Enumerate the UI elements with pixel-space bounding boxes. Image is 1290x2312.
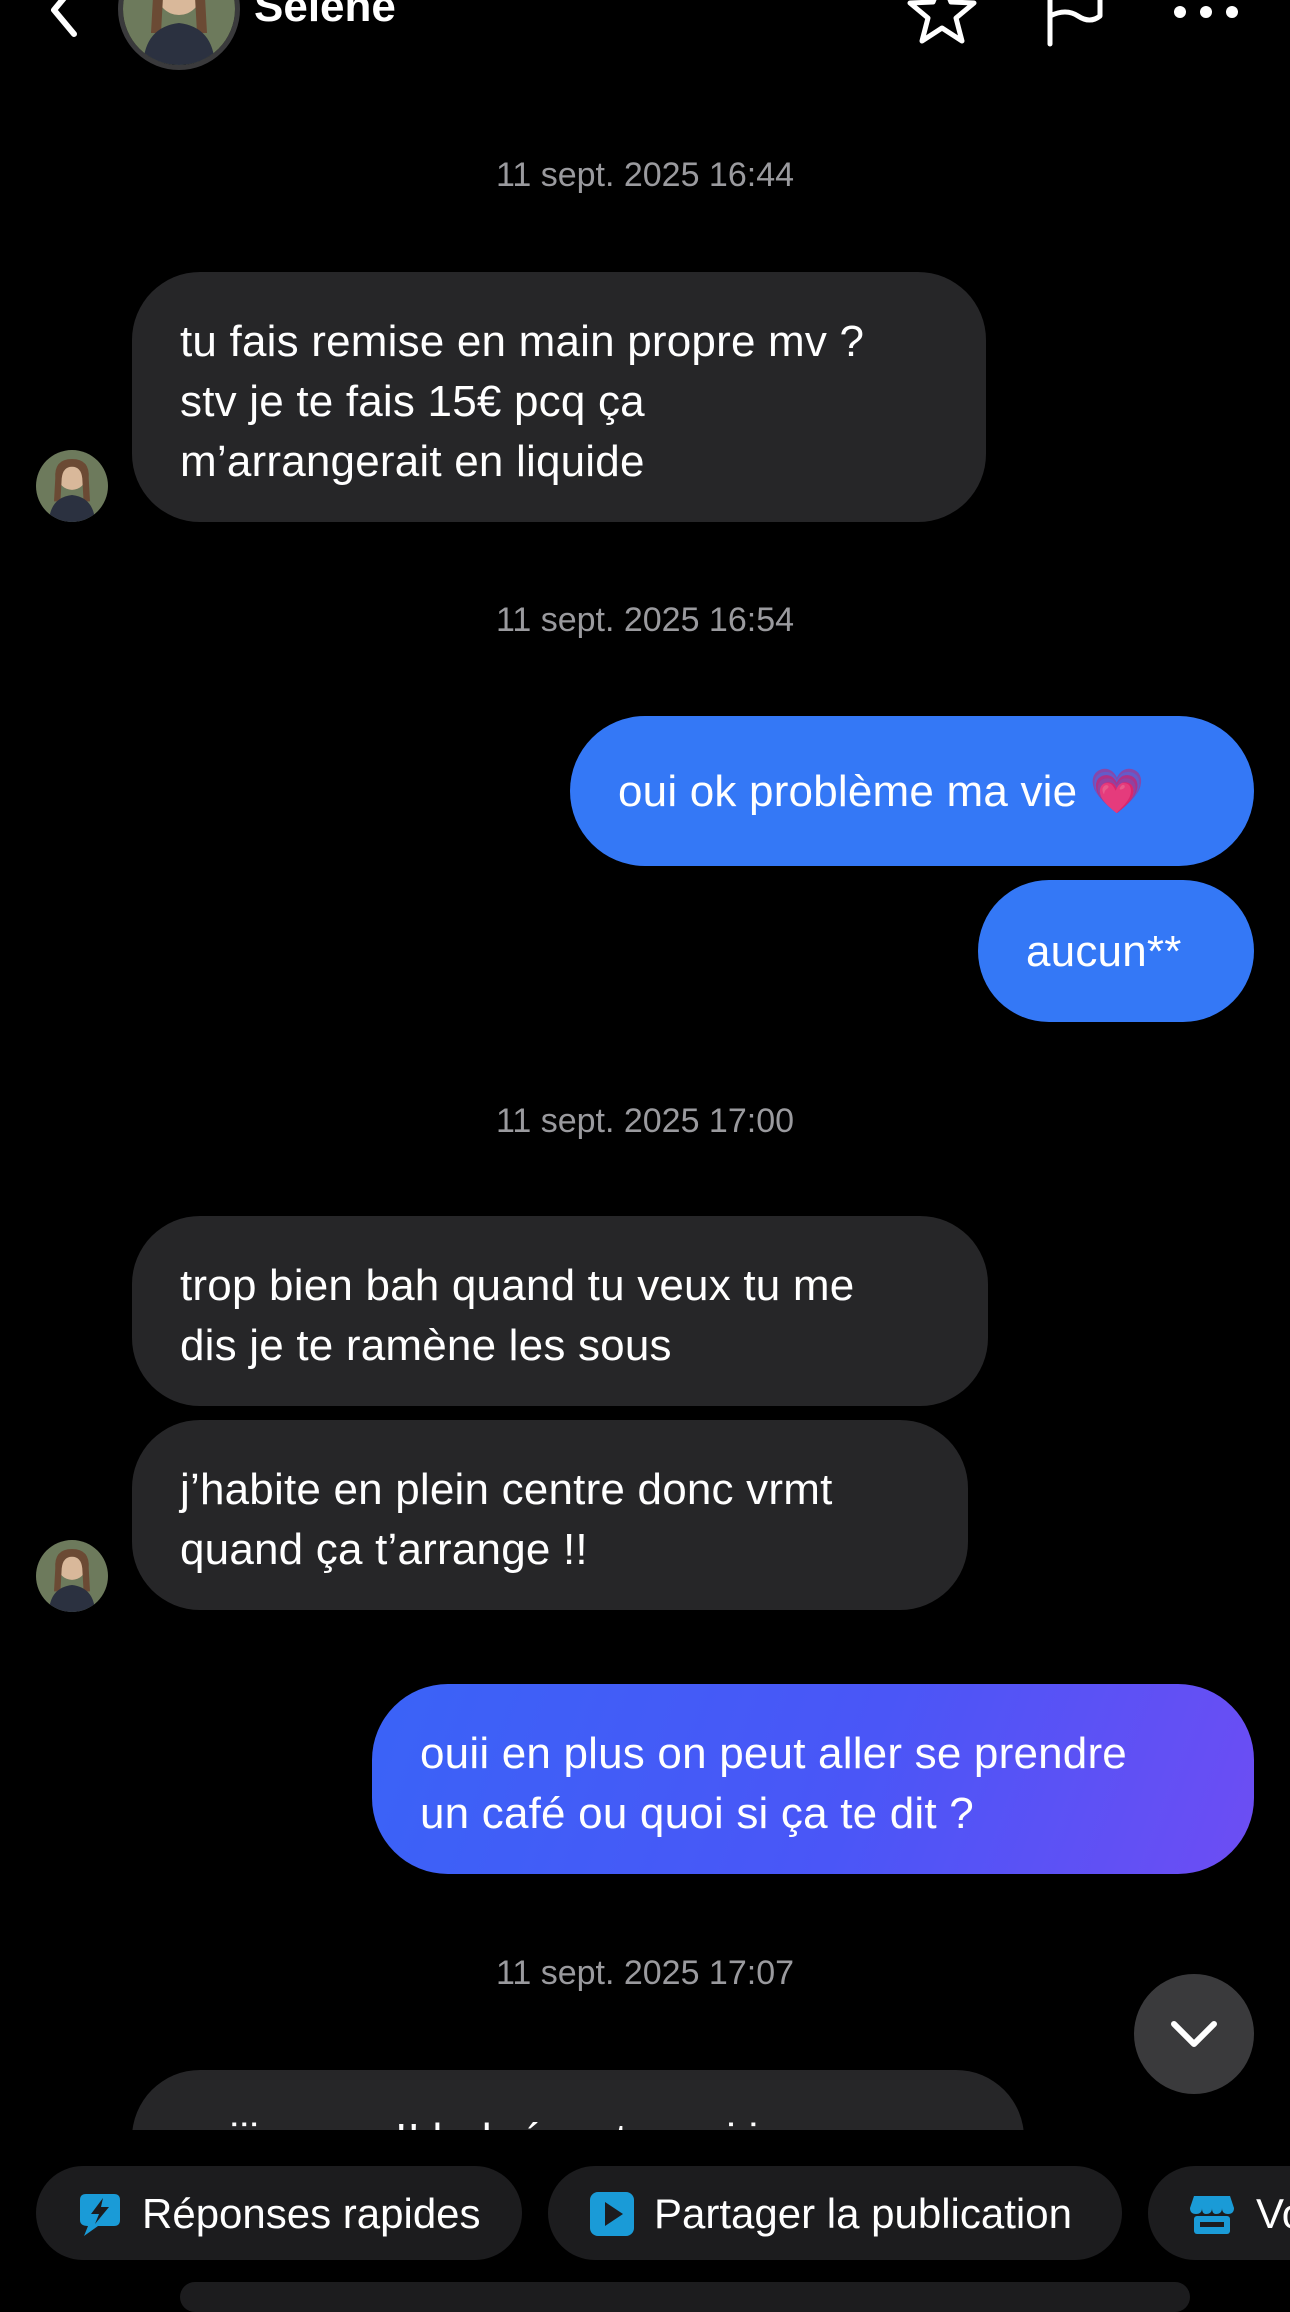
share-post-button[interactable]: Partager la publication <box>548 2166 1122 2260</box>
incoming-message-bubble[interactable]: tu fais remise en main propre mv ? stv j… <box>132 272 986 522</box>
quick-replies-button[interactable]: Réponses rapides <box>36 2166 522 2260</box>
share-post-label: Partager la publication <box>654 2190 1072 2237</box>
message-timestamp: 11 sept. 2025 17:00 <box>495 1102 795 1140</box>
more-icon[interactable] <box>1168 0 1244 50</box>
star-icon[interactable] <box>904 0 980 50</box>
avatar[interactable] <box>36 450 108 522</box>
chevron-left-icon[interactable] <box>40 0 90 40</box>
message-timestamp: 11 sept. 2025 16:44 <box>495 156 795 194</box>
incoming-message-bubble[interactable]: trop bien bah quand tu veux tu me dis je… <box>132 1216 988 1406</box>
message-list-clip: ouiii grave !! bah écoute moi je peux <box>0 2050 1290 2130</box>
chevron-down-icon <box>1171 2021 1217 2047</box>
avatar[interactable] <box>36 1540 108 1612</box>
message-timestamp: 11 sept. 2025 17:07 <box>495 1954 795 1992</box>
shop-icon <box>1188 2190 1236 2238</box>
avatar[interactable] <box>118 0 240 70</box>
incoming-message-bubble[interactable]: ouiii grave !! bah écoute moi je peux <box>132 2070 1024 2130</box>
message-timestamp: 11 sept. 2025 16:54 <box>495 601 795 639</box>
chat-header: Sélène <box>0 0 1290 80</box>
play-icon <box>588 2190 636 2238</box>
scroll-to-bottom-button[interactable] <box>1134 1974 1254 2094</box>
incoming-message-bubble[interactable]: j’habite en plein centre donc vrmt quand… <box>132 1420 968 1610</box>
message-composer[interactable] <box>180 2282 1190 2312</box>
lightning-icon <box>76 2190 124 2238</box>
flag-icon[interactable] <box>1036 0 1112 50</box>
shop-label: Vo <box>1256 2190 1290 2237</box>
shop-button[interactable]: Vo <box>1148 2166 1290 2260</box>
quick-replies-label: Réponses rapides <box>142 2190 481 2237</box>
outgoing-message-bubble[interactable]: ouii en plus on peut aller se prendre un… <box>372 1684 1254 1874</box>
quick-actions-bar: Réponses rapides Partager la publication… <box>0 2166 1290 2262</box>
contact-name[interactable]: Sélène <box>254 0 396 32</box>
outgoing-message-bubble[interactable]: aucun** <box>978 880 1254 1022</box>
outgoing-message-bubble[interactable]: oui ok problème ma vie 💗 <box>570 716 1254 866</box>
